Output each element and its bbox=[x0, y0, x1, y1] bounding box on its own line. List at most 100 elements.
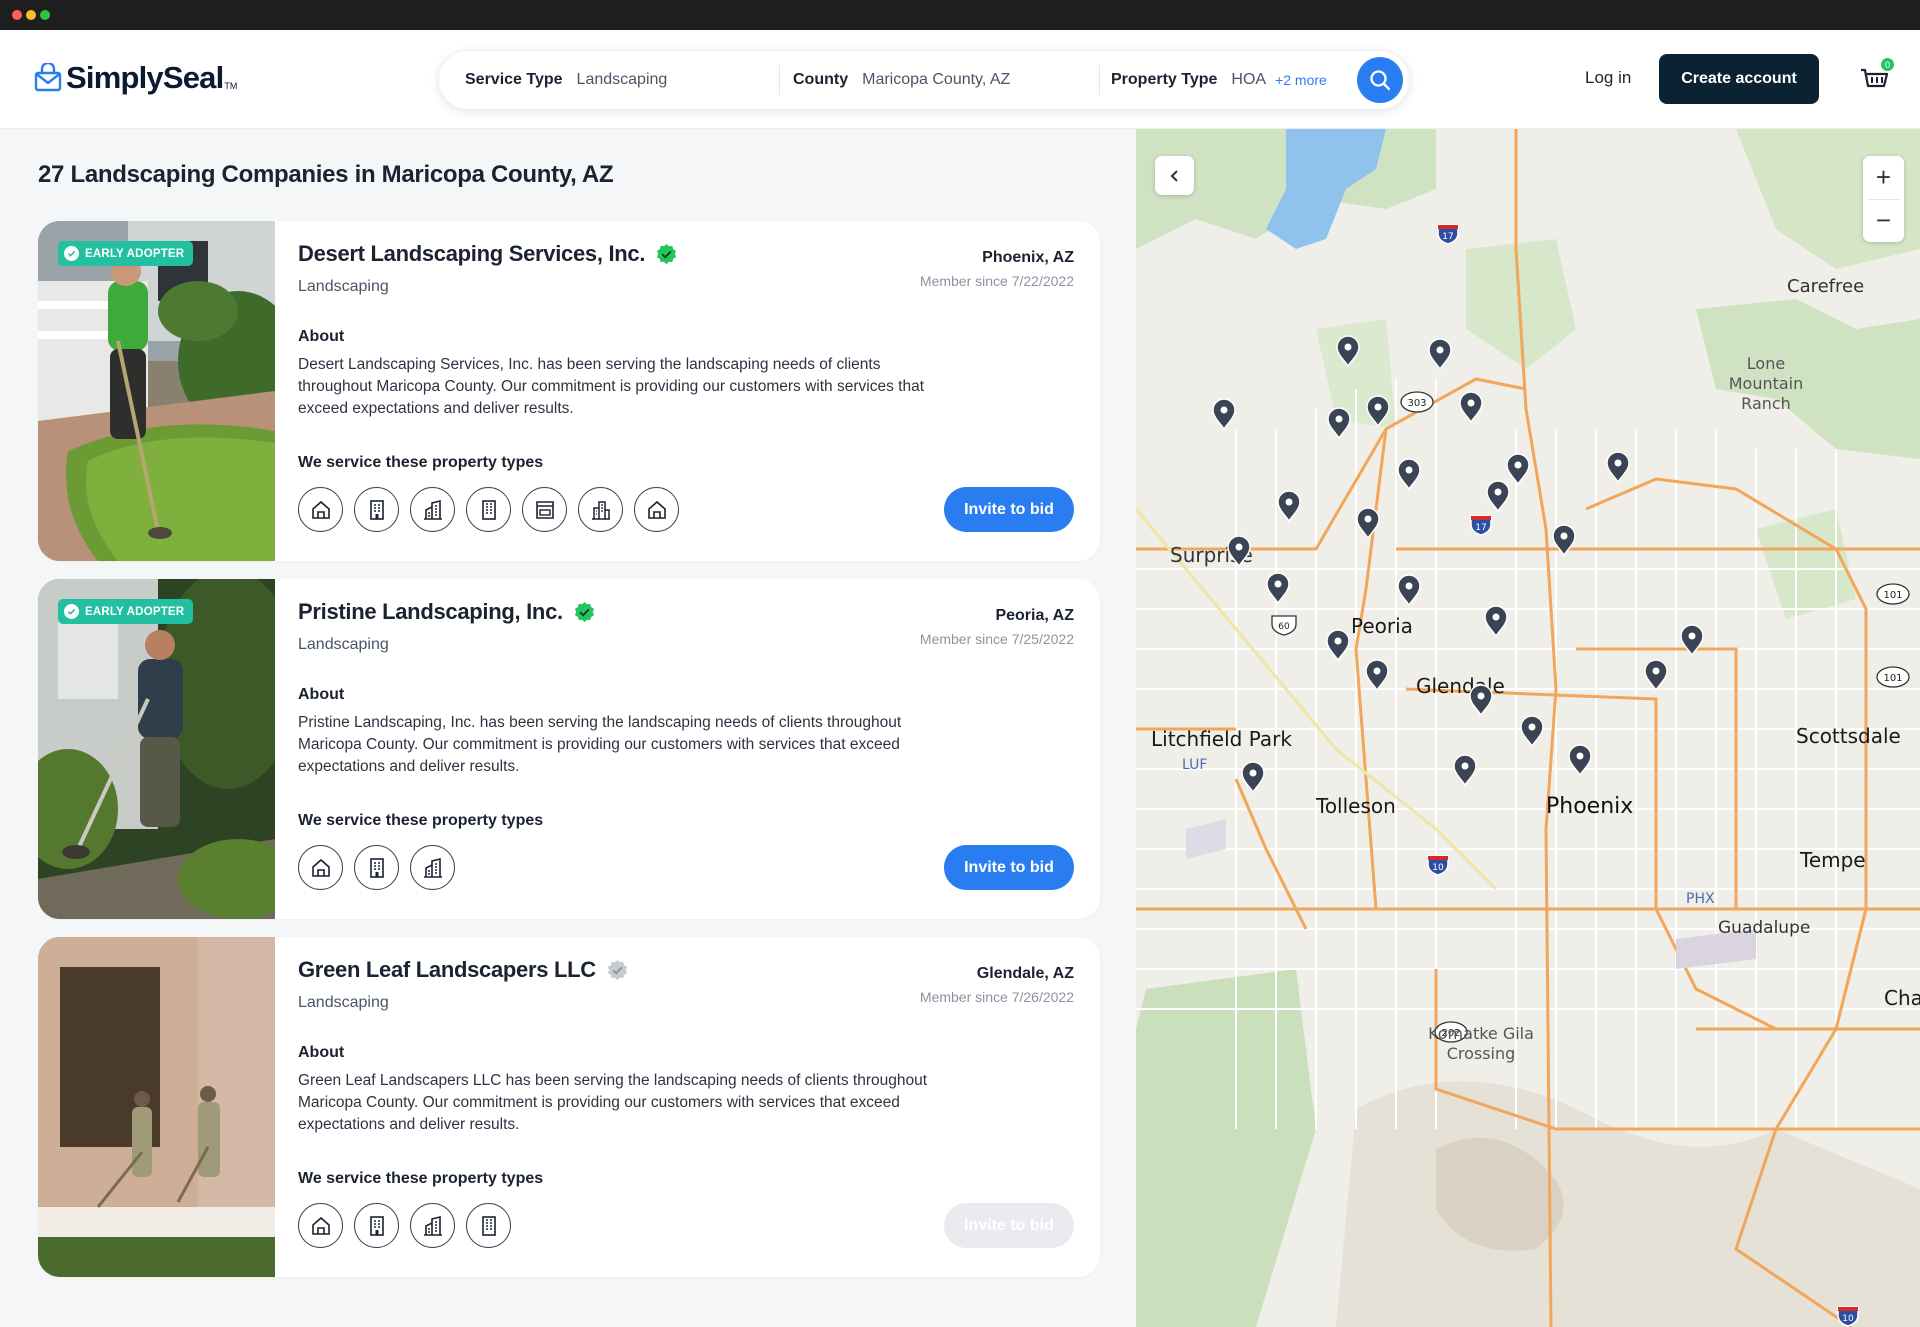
about-heading: About bbox=[298, 686, 345, 703]
map-pin[interactable] bbox=[1365, 659, 1389, 692]
search-icon bbox=[1370, 70, 1391, 91]
map-pin[interactable] bbox=[1227, 535, 1251, 568]
home-icon bbox=[634, 487, 679, 532]
invite-to-bid-button: Invite to bid bbox=[944, 1203, 1074, 1248]
logo[interactable]: SimplySeal TM bbox=[34, 58, 237, 98]
check-icon bbox=[64, 604, 79, 619]
map-pin[interactable] bbox=[1459, 391, 1483, 424]
map-pin[interactable] bbox=[1266, 572, 1290, 605]
map-pin[interactable] bbox=[1397, 574, 1421, 607]
search-button[interactable] bbox=[1357, 57, 1403, 103]
map-pin[interactable] bbox=[1428, 338, 1452, 371]
map-pin[interactable] bbox=[1568, 744, 1592, 777]
company-photo: EARLY ADOPTER bbox=[38, 221, 275, 561]
maximize-window-dot[interactable] bbox=[40, 10, 50, 20]
map-pin[interactable] bbox=[1397, 458, 1421, 491]
results-map[interactable]: 17 303 17 101 101 60 10 202 10 Carefree … bbox=[1136, 129, 1920, 1327]
company-card[interactable]: EARLY ADOPTER Desert Landscaping Service… bbox=[38, 221, 1100, 561]
browser-title-bar bbox=[0, 0, 1920, 30]
company-name[interactable]: Pristine Landscaping, Inc. bbox=[298, 599, 596, 625]
landscaper-photo-illustration bbox=[38, 937, 275, 1277]
property-types-list bbox=[298, 1203, 522, 1248]
zoom-controls: + − bbox=[1863, 156, 1904, 242]
zoom-out-button[interactable]: − bbox=[1863, 199, 1904, 242]
property-types-list bbox=[298, 845, 466, 890]
property-type-more[interactable]: +2 more bbox=[1275, 72, 1327, 88]
property-type-value: HOA bbox=[1231, 71, 1267, 88]
map-pin[interactable] bbox=[1486, 480, 1510, 513]
verified-icon bbox=[657, 243, 677, 264]
about-text: Pristine Landscaping, Inc. has been serv… bbox=[298, 714, 902, 775]
company-card[interactable]: Green Leaf Landscapers LLC Landscaping G… bbox=[38, 937, 1100, 1277]
office-building-icon bbox=[354, 487, 399, 532]
map-pin[interactable] bbox=[1356, 507, 1380, 540]
divider bbox=[1099, 65, 1100, 95]
commercial-building-icon bbox=[410, 845, 455, 890]
map-pin[interactable] bbox=[1327, 407, 1351, 440]
house-icon bbox=[298, 487, 343, 532]
property-types-list bbox=[298, 487, 690, 532]
apartment-building-icon bbox=[466, 1203, 511, 1248]
invite-to-bid-button[interactable]: Invite to bid bbox=[944, 845, 1074, 890]
create-account-button[interactable]: Create account bbox=[1659, 54, 1819, 104]
house-icon bbox=[298, 1203, 343, 1248]
verified-icon bbox=[607, 959, 627, 980]
zoom-in-button[interactable]: + bbox=[1863, 156, 1904, 199]
commercial-building-icon bbox=[410, 1203, 455, 1248]
service-type-value: Landscaping bbox=[576, 71, 668, 88]
map-pins[interactable] bbox=[1136, 129, 1920, 1327]
about-text: Desert Landscaping Services, Inc. has be… bbox=[298, 356, 924, 417]
login-link[interactable]: Log in bbox=[1585, 68, 1631, 88]
property-types-heading: We service these property types bbox=[298, 812, 544, 829]
map-pin[interactable] bbox=[1212, 398, 1236, 431]
property-types-heading: We service these property types bbox=[298, 1170, 544, 1187]
company-name[interactable]: Green Leaf Landscapers LLC bbox=[298, 957, 629, 983]
map-pin[interactable] bbox=[1520, 715, 1544, 748]
county-label: County bbox=[793, 71, 849, 88]
minimize-window-dot[interactable] bbox=[26, 10, 36, 20]
close-window-dot[interactable] bbox=[12, 10, 22, 20]
check-icon bbox=[64, 246, 79, 261]
office-building-icon bbox=[354, 1203, 399, 1248]
early-adopter-label: EARLY ADOPTER bbox=[85, 247, 185, 260]
company-location: Peoria, AZ bbox=[995, 607, 1074, 624]
company-category: Landscaping bbox=[298, 994, 389, 1011]
company-name-text[interactable]: Desert Landscaping Services, Inc. bbox=[298, 241, 645, 267]
map-pin[interactable] bbox=[1366, 395, 1390, 428]
county-value: Maricopa County, AZ bbox=[862, 71, 1011, 88]
collapse-map-button[interactable] bbox=[1155, 156, 1194, 195]
map-pin[interactable] bbox=[1484, 605, 1508, 638]
property-type-label: Property Type bbox=[1111, 71, 1218, 88]
company-category: Landscaping bbox=[298, 636, 389, 653]
company-name[interactable]: Desert Landscaping Services, Inc. bbox=[298, 241, 678, 267]
commercial-building-icon bbox=[410, 487, 455, 532]
early-adopter-badge: EARLY ADOPTER bbox=[58, 599, 194, 624]
map-pin[interactable] bbox=[1241, 761, 1265, 794]
about-text: Green Leaf Landscapers LLC has been serv… bbox=[298, 1072, 928, 1133]
map-pin[interactable] bbox=[1326, 629, 1350, 662]
search-bar: Service Type Landscaping County Maricopa… bbox=[438, 50, 1410, 110]
map-pin[interactable] bbox=[1552, 524, 1576, 557]
chevron-left-icon bbox=[1170, 169, 1178, 182]
company-name-text[interactable]: Green Leaf Landscapers LLC bbox=[298, 957, 596, 983]
map-pin[interactable] bbox=[1277, 490, 1301, 523]
map-pin[interactable] bbox=[1453, 754, 1477, 787]
map-pin[interactable] bbox=[1336, 335, 1360, 368]
map-pin[interactable] bbox=[1644, 659, 1668, 692]
map-pin[interactable] bbox=[1606, 451, 1630, 484]
company-location: Glendale, AZ bbox=[976, 965, 1074, 982]
apartment-building-icon bbox=[466, 487, 511, 532]
property-type-filter[interactable]: Property Type HOA +2 more bbox=[1111, 51, 1351, 109]
brand-name: SimplySeal bbox=[66, 60, 224, 95]
company-card[interactable]: EARLY ADOPTER Pristine Landscaping, Inc.… bbox=[38, 579, 1100, 919]
county-filter[interactable]: County Maricopa County, AZ bbox=[793, 51, 1083, 109]
divider bbox=[779, 65, 780, 95]
map-pin[interactable] bbox=[1680, 624, 1704, 657]
invite-to-bid-button[interactable]: Invite to bid bbox=[944, 487, 1074, 532]
company-category: Landscaping bbox=[298, 278, 389, 295]
company-name-text[interactable]: Pristine Landscaping, Inc. bbox=[298, 599, 563, 625]
map-pin[interactable] bbox=[1469, 684, 1493, 717]
member-since: Member since 7/26/2022 bbox=[919, 989, 1074, 1005]
service-type-filter[interactable]: Service Type Landscaping bbox=[465, 51, 735, 109]
map-pin[interactable] bbox=[1506, 453, 1530, 486]
